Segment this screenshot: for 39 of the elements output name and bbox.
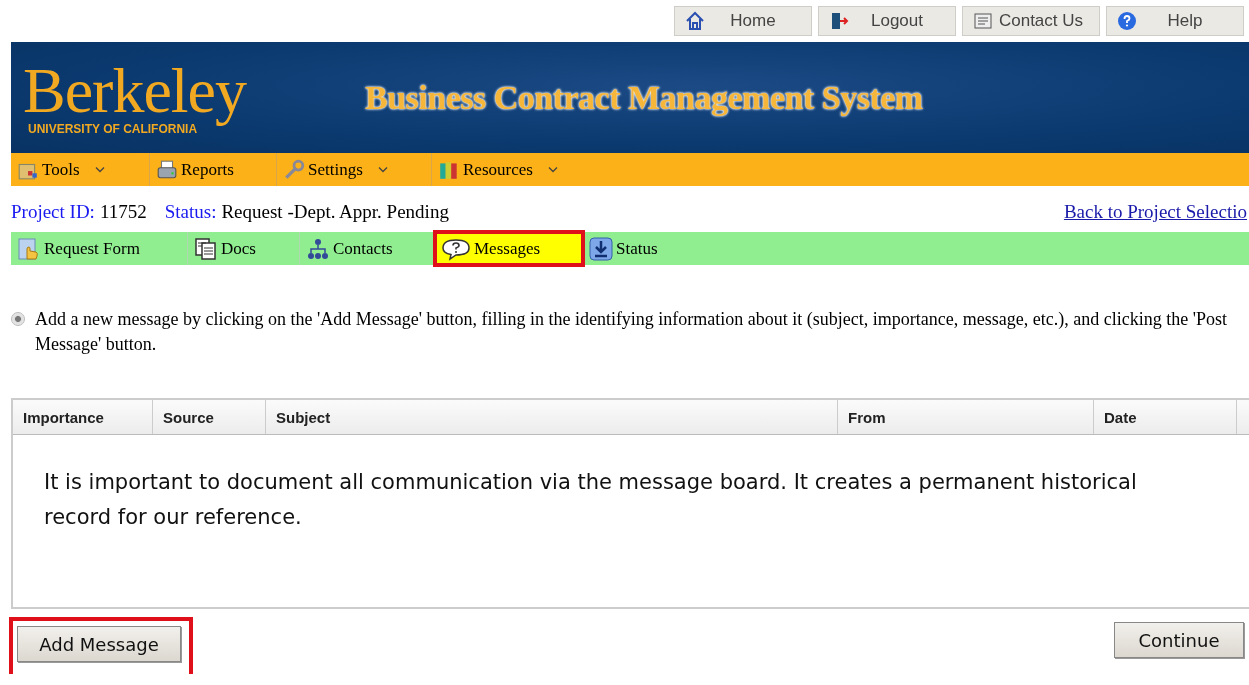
- tab[interactable]: Messages: [435, 232, 583, 265]
- action-button[interactable]: Continue: [1114, 622, 1244, 658]
- speech-bubble-question-icon: [441, 236, 471, 261]
- column-header[interactable]: Subject: [266, 400, 838, 434]
- tab[interactable]: Request Form: [11, 232, 188, 265]
- menu-item[interactable]: Reports: [150, 153, 277, 186]
- top-link-button[interactable]: Home: [674, 6, 812, 36]
- back-link[interactable]: Back to Project Selectio: [1063, 201, 1247, 223]
- column-header[interactable]: Date: [1094, 400, 1237, 434]
- hand-pointer-icon: [17, 236, 41, 261]
- action-button[interactable]: Add Message: [17, 626, 181, 662]
- project-id-value: 11752: [99, 201, 147, 223]
- top-link-button[interactable]: Logout: [818, 6, 956, 36]
- annotation-text: It is important to document all communication via the message board. It creates a permanent historical record for our reference.: [44, 469, 1138, 531]
- document-icon: [973, 11, 993, 31]
- menu-item[interactable]: Settings: [277, 153, 432, 186]
- top-link-button[interactable]: Contact Us: [962, 6, 1100, 36]
- bullet-icon: [11, 312, 25, 326]
- column-header[interactable]: From: [838, 400, 1094, 434]
- menu-item[interactable]: Tools: [11, 153, 150, 186]
- top-link-button[interactable]: Help: [1106, 6, 1244, 36]
- documents-icon: [194, 236, 218, 261]
- printer-icon: [156, 158, 178, 181]
- wrench-icon: [283, 158, 305, 181]
- door-exit-icon: [829, 11, 849, 31]
- status-label: Status:: [164, 201, 217, 223]
- hierarchy-icon: [306, 236, 330, 261]
- system-title: Business Contract Management System: [365, 78, 923, 117]
- column-header[interactable]: Importance: [13, 400, 153, 434]
- instruction-text: Add a new message by clicking on the 'Add Message' button, filling in the identifying information about it (subject, importance, message, etc.), and clicking the 'Post Message' button.: [35, 308, 1228, 356]
- status-value: Request -Dept. Appr. Pending: [221, 201, 449, 223]
- help-icon: [1117, 11, 1137, 31]
- tab[interactable]: Docs: [188, 232, 300, 265]
- house-icon: [685, 11, 705, 31]
- tab[interactable]: Status: [583, 232, 703, 265]
- project-id-label: Project ID:: [11, 201, 95, 223]
- menu-item[interactable]: Resources: [432, 153, 584, 186]
- column-header[interactable]: Source: [153, 400, 266, 434]
- logo-subtitle: UNIVERSITY OF CALIFORNIA: [28, 121, 198, 136]
